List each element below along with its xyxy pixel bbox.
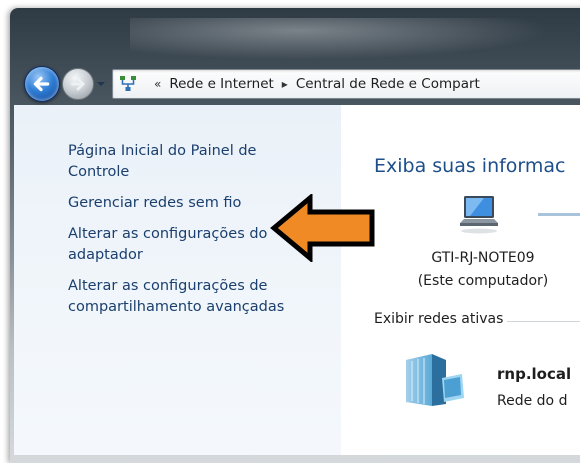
computer-subtitle: (Este computador) xyxy=(417,273,549,289)
link-compartilhamento-avancado[interactable]: Alterar as configurações de compartilham… xyxy=(68,276,333,318)
link-line: Página Inicial do Painel de xyxy=(68,143,257,159)
forward-arrow-icon xyxy=(70,77,85,91)
recent-pages-dropdown-icon[interactable] xyxy=(96,78,106,90)
breadcrumb-central-de-rede[interactable]: Central de Rede e Compart xyxy=(296,76,480,92)
network-map-connector xyxy=(538,213,580,216)
link-line: Gerenciar redes sem fio xyxy=(68,195,242,211)
page-title: Exiba suas informac xyxy=(374,155,566,177)
breadcrumb-rede-e-internet[interactable]: Rede e Internet xyxy=(169,76,273,92)
back-button[interactable] xyxy=(24,66,60,102)
network-type-link[interactable]: Rede do d xyxy=(497,393,567,409)
annotation-arrow-icon xyxy=(270,194,375,262)
breadcrumb-overflow[interactable]: « xyxy=(154,77,161,91)
link-line: Alterar as configurações de xyxy=(68,278,268,294)
link-pagina-inicial[interactable]: Página Inicial do Painel de Controle xyxy=(68,141,333,183)
back-arrow-icon xyxy=(33,76,50,92)
navigation-bar: « Rede e Internet ▸ Central de Rede e Co… xyxy=(24,64,580,104)
link-line: compartilhamento avançadas xyxy=(68,299,285,315)
link-line: Alterar as configurações do xyxy=(68,226,268,242)
computer-icon xyxy=(460,196,498,234)
network-name: rnp.local xyxy=(497,365,572,383)
link-line: adaptador xyxy=(68,247,143,263)
network-center-icon xyxy=(120,76,136,91)
forward-button[interactable] xyxy=(62,68,94,100)
computer-name[interactable]: GTI-RJ-NOTE09 xyxy=(408,250,558,266)
address-bar[interactable]: « Rede e Internet ▸ Central de Rede e Co… xyxy=(112,69,580,99)
breadcrumb-separator-icon[interactable]: ▸ xyxy=(282,77,288,91)
active-networks-heading: Exibir redes ativas xyxy=(374,311,508,327)
glass-reflection xyxy=(130,18,550,60)
tasks-pane: Página Inicial do Painel de Controle Ger… xyxy=(14,105,341,455)
link-line: Controle xyxy=(68,164,130,180)
domain-network-icon xyxy=(406,354,464,406)
